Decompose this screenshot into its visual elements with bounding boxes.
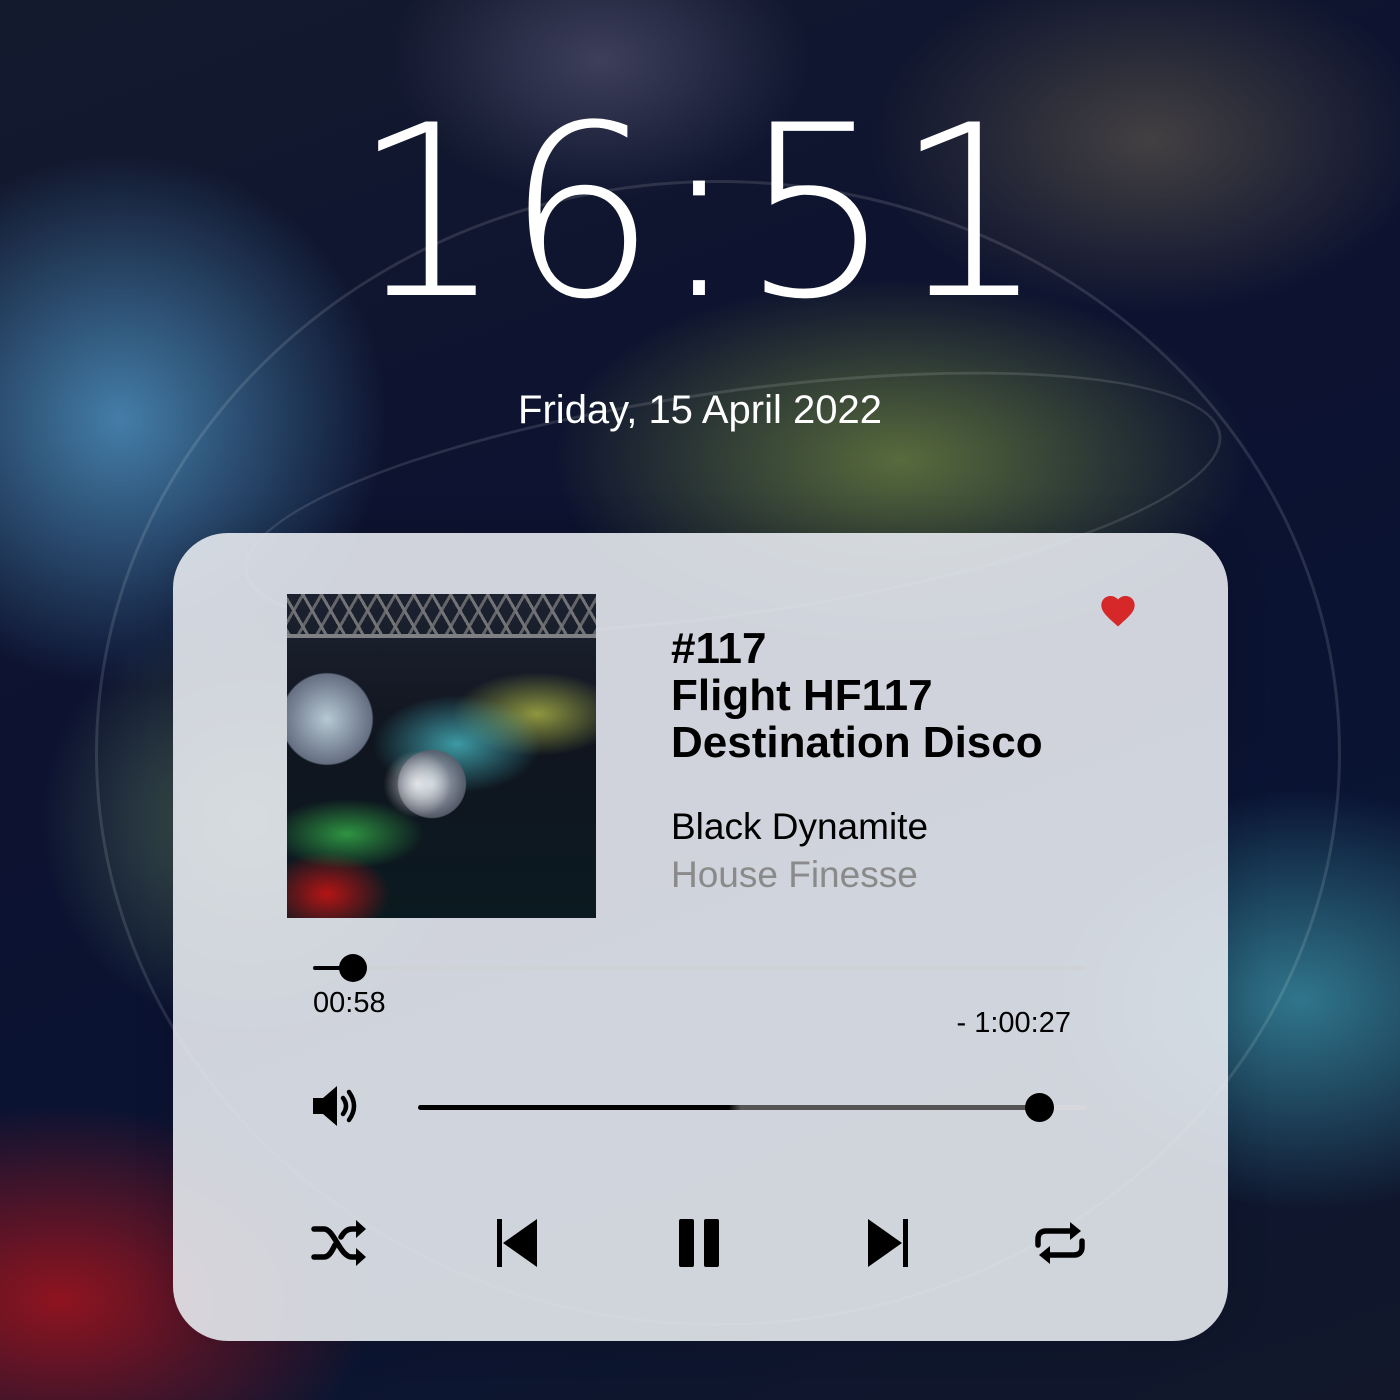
shuffle-button[interactable] [310, 1215, 370, 1271]
volume-slider[interactable] [418, 1093, 1086, 1122]
skip-previous-icon [497, 1219, 537, 1267]
elapsed-time: 00:58 [313, 987, 386, 1019]
remaining-time: - 1:00:27 [956, 1007, 1071, 1039]
track-title-line-name: Destination Disco [671, 718, 1043, 767]
volume-handle[interactable] [1025, 1093, 1055, 1122]
lockscreen-clock: 16:51 [352, 75, 1048, 352]
playback-progress-slider[interactable] [313, 954, 1086, 982]
album-art[interactable] [287, 594, 596, 918]
track-label: House Finesse [671, 854, 918, 895]
lockscreen-date: Friday, 15 April 2022 [518, 388, 882, 432]
volume-fill [418, 1105, 1040, 1110]
previous-button[interactable] [491, 1215, 551, 1271]
repeat-button[interactable] [1030, 1215, 1090, 1271]
media-player-widget: #117 Flight HF117 Destination Disco Blac… [173, 533, 1228, 1341]
track-title-line-flight: Flight HF117 [671, 671, 933, 720]
lock-screen: 16:51 Friday, 15 April 2022 #117 Flight … [0, 0, 1400, 1400]
repeat-icon [1035, 1222, 1085, 1264]
track-artist: Black Dynamite [671, 806, 929, 847]
shuffle-icon [311, 1220, 366, 1266]
playback-progress-handle[interactable] [339, 954, 368, 982]
track-title: #117 Flight HF117 Destination Disco [671, 625, 1191, 766]
album-art-truss [287, 594, 596, 638]
speaker-volume-icon[interactable] [311, 1081, 363, 1131]
pause-icon [679, 1219, 719, 1267]
track-title-line-number: #117 [671, 624, 767, 673]
skip-next-icon [868, 1219, 908, 1267]
next-button[interactable] [858, 1215, 918, 1271]
pause-button[interactable] [670, 1215, 730, 1271]
